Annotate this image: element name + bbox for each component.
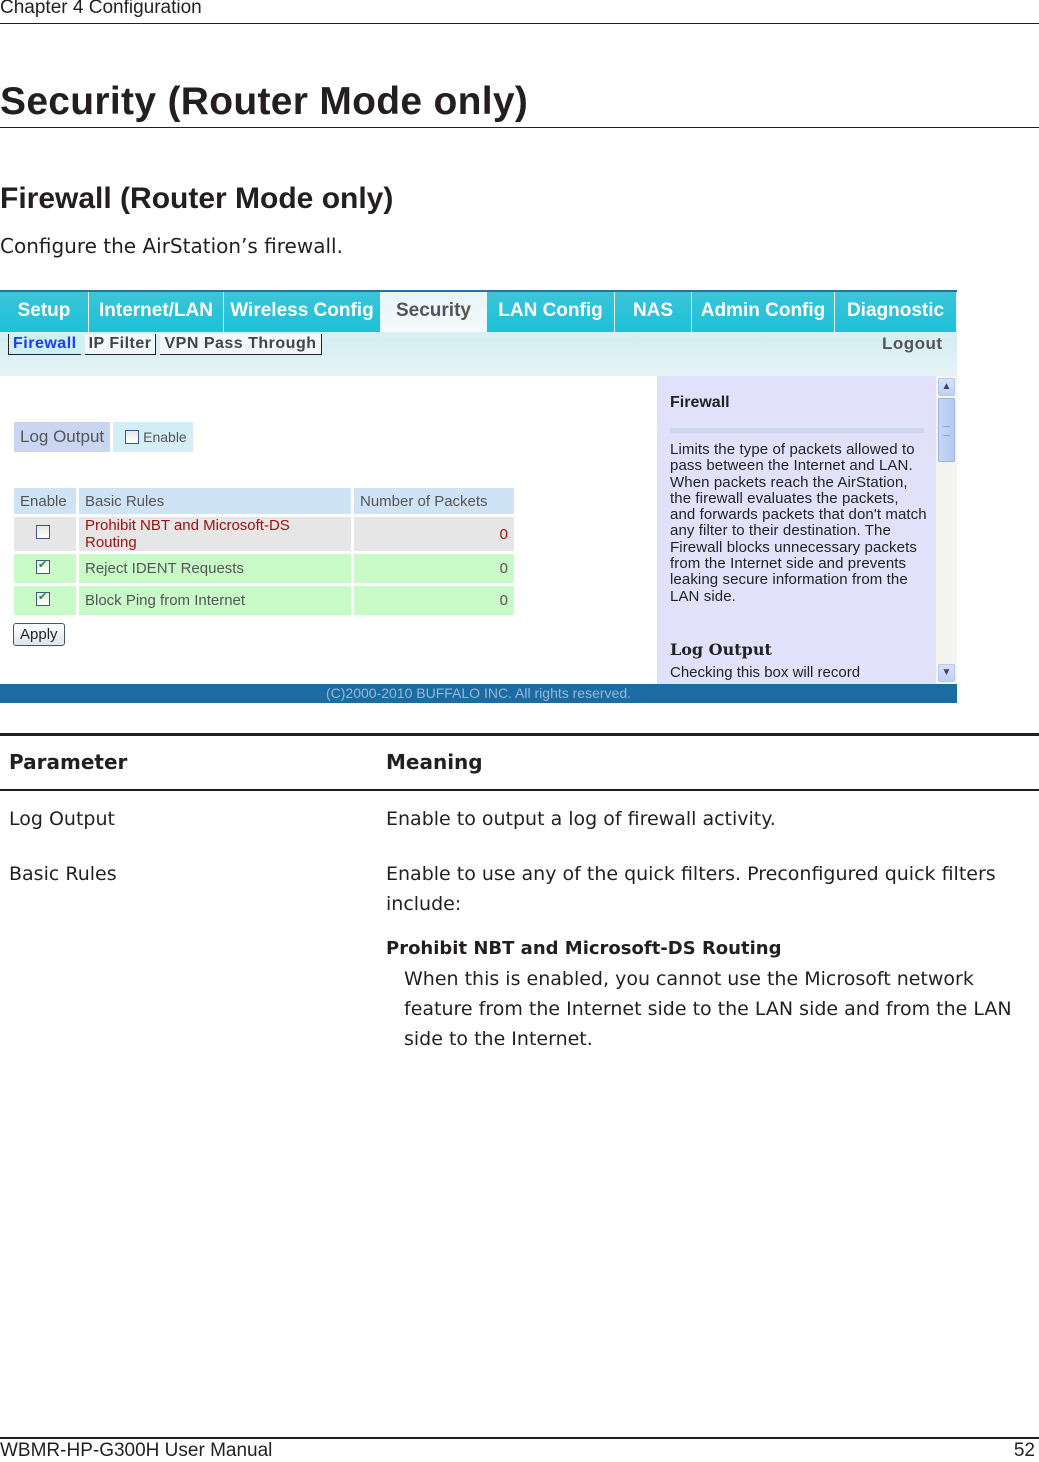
sub-rule-title: Prohibit NBT and Microsoft-DS Routing (386, 938, 782, 959)
tab-lan-config[interactable]: LAN Config (487, 292, 615, 332)
help-body: Limits the type of packets allowed to pa… (670, 441, 927, 605)
copyright-bar: (C)2000-2010 BUFFALO INC. All rights res… (0, 684, 957, 703)
sub-rule-text: When this is enabled, you cannot use the… (404, 968, 1012, 1050)
packet-count: 0 (354, 554, 514, 583)
table-row: Reject IDENT Requests 0 (14, 554, 514, 583)
router-ui-screenshot: Setup Internet/LAN Wireless Config Secur… (0, 290, 957, 703)
meaning-basic-rules: Enable to use any of the quick filters. … (386, 863, 996, 915)
param-header-meaning: Meaning (386, 750, 483, 774)
basic-rules-table: Enable Basic Rules Number of Packets Pro… (11, 485, 517, 618)
rule-checkbox-nbt[interactable] (36, 525, 50, 539)
rule-checkbox-ident[interactable] (36, 558, 50, 574)
subtab-ip-filter[interactable]: IP Filter (84, 334, 157, 355)
help-scrollbar[interactable]: ▲ ▼ (936, 376, 957, 684)
table-row: Block Ping from Internet 0 (14, 586, 514, 615)
param-header-parameter: Parameter (9, 750, 128, 774)
table-header-row: Enable Basic Rules Number of Packets (14, 488, 514, 514)
log-output-row: Log Output Enable (14, 422, 193, 452)
scroll-up-icon[interactable]: ▲ (938, 378, 955, 396)
tab-nas[interactable]: NAS (615, 292, 692, 332)
sub-tabs: Firewall IP Filter VPN Pass Through (8, 334, 322, 355)
log-output-enable-label: Enable (143, 429, 187, 445)
log-output-cell: Enable (113, 422, 193, 452)
rule-name: Prohibit NBT and Microsoft-DS Routing (79, 517, 351, 551)
help-body-log-output: Checking this box will record (670, 664, 861, 681)
help-divider (670, 428, 924, 433)
packet-count: 0 (354, 517, 514, 551)
title-divider (0, 127, 1039, 128)
param-table-header-rule (0, 789, 1039, 791)
apply-button[interactable]: Apply (13, 623, 65, 646)
page-title: Security (Router Mode only) (0, 80, 529, 123)
footer-rule (0, 1437, 1039, 1439)
section-title: Firewall (Router Mode only) (0, 182, 394, 215)
chapter-header: Chapter 4 Configuration (0, 0, 202, 18)
main-tabs: Setup Internet/LAN Wireless Config Secur… (0, 292, 957, 332)
rule-checkbox-ping[interactable] (36, 590, 50, 606)
enable-cell (14, 554, 76, 583)
tab-setup[interactable]: Setup (0, 292, 89, 332)
rule-name: Block Ping from Internet (79, 586, 351, 615)
tab-wireless-config[interactable]: Wireless Config (224, 292, 381, 332)
header-divider (0, 23, 1039, 24)
table-row: Prohibit NBT and Microsoft-DS Routing 0 (14, 517, 514, 551)
param-table-top-rule (0, 733, 1039, 736)
subtab-firewall[interactable]: Firewall (8, 334, 81, 355)
enable-cell (14, 517, 76, 551)
rule-name: Reject IDENT Requests (79, 554, 351, 583)
scroll-thumb[interactable] (938, 398, 955, 462)
scroll-down-icon[interactable]: ▼ (938, 664, 955, 682)
tab-admin-config[interactable]: Admin Config (692, 292, 835, 332)
enable-cell (14, 586, 76, 615)
grip-icon (943, 426, 950, 436)
help-panel: Firewall Limits the type of packets allo… (657, 376, 936, 684)
logout-link[interactable]: Logout (882, 334, 943, 354)
param-basic-rules: Basic Rules (9, 863, 117, 885)
log-output-checkbox[interactable] (125, 430, 140, 444)
intro-text: Configure the AirStation’s firewall. (0, 234, 343, 258)
tab-security[interactable]: Security (381, 292, 487, 332)
tab-diagnostic[interactable]: Diagnostic (835, 292, 957, 332)
header-enable: Enable (14, 488, 76, 514)
header-number-of-packets: Number of Packets (354, 488, 514, 514)
help-title: Firewall (670, 394, 730, 411)
log-output-label: Log Output (14, 422, 111, 452)
packet-count: 0 (354, 586, 514, 615)
settings-panel: Log Output Enable Enable Basic Rules Num… (0, 376, 657, 684)
help-title-log-output: Log Output (670, 640, 772, 659)
meaning-log-output: Enable to output a log of firewall activ… (386, 808, 776, 830)
subtab-vpn-pass-through[interactable]: VPN Pass Through (160, 334, 322, 355)
tab-internet-lan[interactable]: Internet/LAN (89, 292, 224, 332)
header-basic-rules: Basic Rules (79, 488, 351, 514)
param-log-output: Log Output (9, 808, 115, 830)
